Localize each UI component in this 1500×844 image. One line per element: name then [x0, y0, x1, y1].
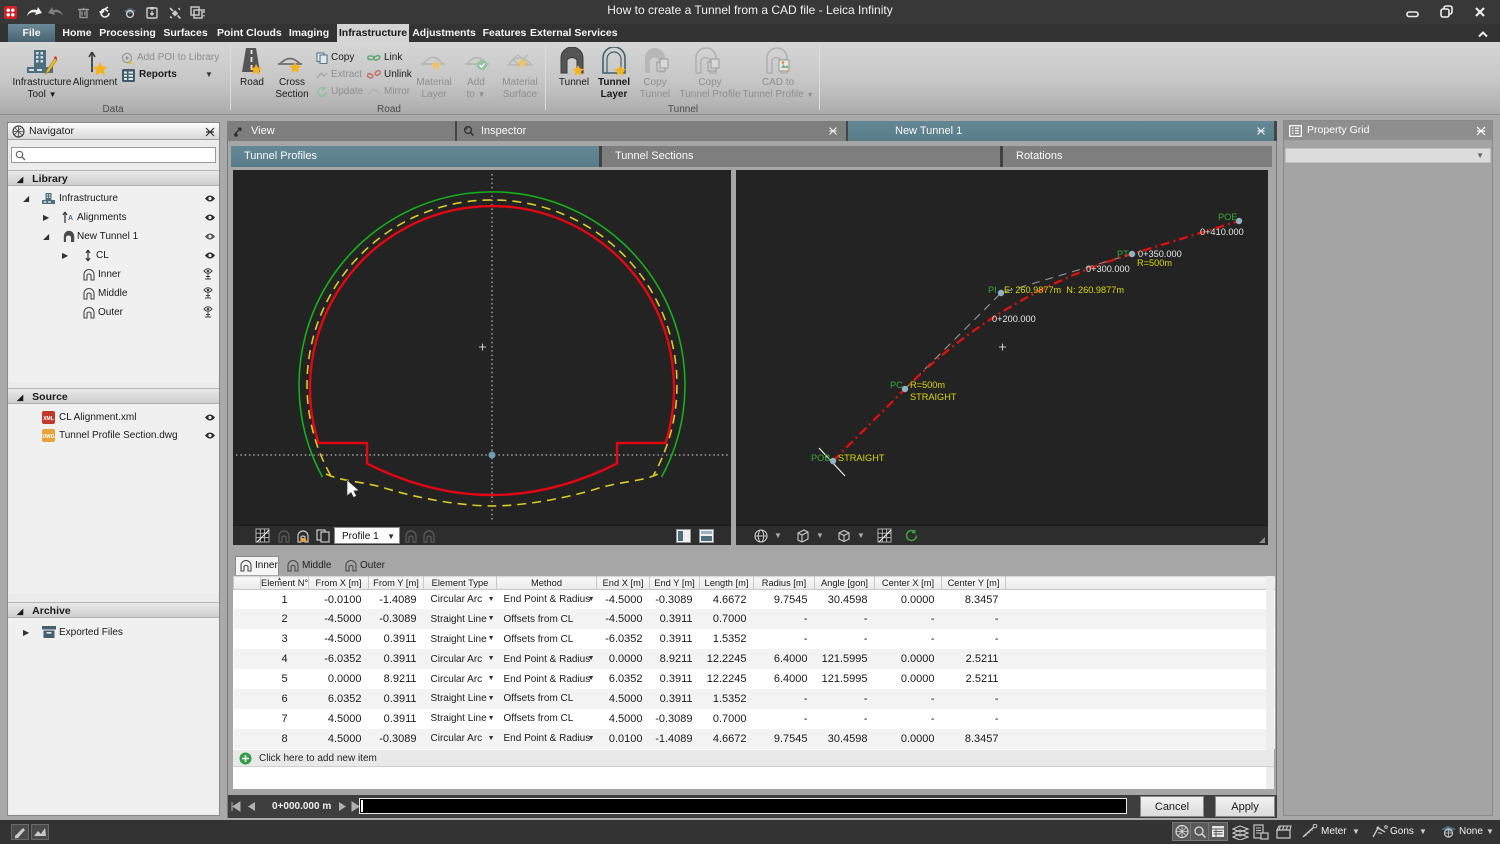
svg-text:PC: PC — [890, 380, 903, 390]
svg-text:0+300.000: 0+300.000 — [1086, 264, 1130, 274]
svg-text:0+410.000: 0+410.000 — [1200, 227, 1244, 237]
svg-text:STRAIGHT: STRAIGHT — [838, 453, 885, 463]
svg-text:R=500m: R=500m — [910, 380, 945, 390]
svg-text:POE: POE — [1218, 212, 1237, 222]
svg-text:POB: POB — [811, 453, 830, 463]
svg-text:PI: PI — [988, 285, 997, 295]
svg-text:R=500m: R=500m — [1137, 258, 1172, 268]
svg-text:STRAIGHT: STRAIGHT — [910, 392, 957, 402]
svg-text:A: A — [68, 215, 73, 222]
svg-text:PT: PT — [1117, 249, 1129, 259]
svg-text:0+200.000: 0+200.000 — [992, 314, 1036, 324]
svg-text:E: 260.9877m N: 260.9877m: E: 260.9877m N: 260.9877m — [1004, 285, 1124, 295]
svg-text:DWG: DWG — [42, 434, 54, 440]
svg-text:0+350.000: 0+350.000 — [1138, 249, 1182, 259]
svg-text:XML: XML — [43, 416, 54, 422]
